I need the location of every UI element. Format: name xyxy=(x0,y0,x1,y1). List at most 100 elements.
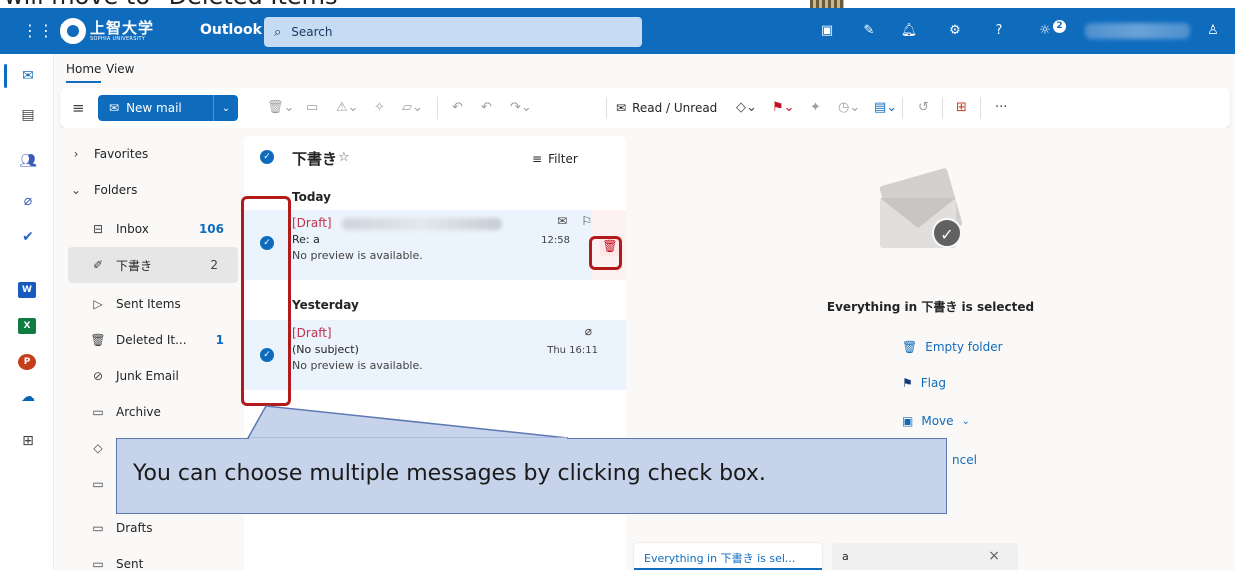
todo-icon[interactable]: ✔ xyxy=(17,226,39,248)
seal-icon xyxy=(60,18,86,44)
app-rail: ✉ ▤ 👥︎ ⌀ ✔ W X P ☁ ⊞ xyxy=(0,54,54,570)
archive-icon[interactable]: ▭ xyxy=(306,98,318,118)
folder-title: 下書き xyxy=(292,150,338,168)
university-logo[interactable]: 上智大学 SOPHIA UNIVERSITY xyxy=(60,17,154,45)
envelope-icon[interactable]: ✉ xyxy=(557,214,567,228)
chevron-down-icon: ⌄ xyxy=(961,415,970,427)
reply-icon[interactable]: ↶ xyxy=(452,98,463,118)
junk-icon: ⊘ xyxy=(92,369,104,383)
cancel-button[interactable]: ncel xyxy=(952,453,977,467)
archive-icon: ▭ xyxy=(92,405,104,419)
tab-draft-a[interactable]: a × xyxy=(832,543,1018,570)
search-icon: ⌕ xyxy=(274,24,282,40)
folders-header[interactable]: ⌄ Folders xyxy=(68,172,258,208)
pin-icon[interactable]: ✦ xyxy=(810,98,821,118)
menu-icon[interactable]: ≡ xyxy=(72,99,85,117)
select-all-checkbox[interactable]: ✓ xyxy=(260,150,274,164)
callout-text: You can choose multiple messages by clic… xyxy=(133,461,766,486)
flag-icon[interactable]: ⚐ xyxy=(581,214,592,228)
folder-sent[interactable]: ▭ Sent xyxy=(90,546,244,570)
compose-icon[interactable]: ✎ xyxy=(860,22,878,40)
new-mail-button[interactable]: ✉ New mail ⌄ xyxy=(98,95,238,121)
snooze-icon[interactable]: ◷⌄ xyxy=(838,98,860,118)
move-folder-icon: ▣ xyxy=(902,414,914,428)
filter-button[interactable]: ≡ Filter xyxy=(532,152,578,166)
help-icon[interactable]: ? xyxy=(990,22,1008,40)
checkmark-icon: ✓ xyxy=(932,218,962,248)
tag-icon[interactable]: ◇⌄ xyxy=(736,98,757,118)
rules-icon[interactable]: ▤⌄ xyxy=(874,98,897,118)
logo-text: 上智大学 xyxy=(90,18,155,37)
onedrive-icon[interactable]: ☁ xyxy=(17,386,39,408)
tag-folder-icon: ◇ xyxy=(93,441,103,455)
teams-icon[interactable]: ▣ xyxy=(818,22,836,40)
mail-icon[interactable]: ✉ xyxy=(17,65,39,87)
envelope-open-icon: ✉ xyxy=(616,101,627,115)
tab-selection[interactable]: Everything in 下書き is sel... xyxy=(634,543,822,570)
people-icon[interactable]: 👥︎ xyxy=(17,150,39,172)
trash-icon: 🗑︎ xyxy=(90,333,106,347)
folder-inbox[interactable]: ⊟ Inbox 106 xyxy=(90,211,244,247)
message-row[interactable]: ✓ [Draft] ⌀ (No subject) Thu 16:11 No pr… xyxy=(244,320,626,390)
more-options-button[interactable]: ··· xyxy=(995,98,1007,118)
report-icon[interactable]: ⚠⌄ xyxy=(336,98,359,118)
favorites-header[interactable]: › Favorites xyxy=(68,136,258,172)
folder-drafts[interactable]: ▭ Drafts xyxy=(90,510,244,546)
unread-count: 106 xyxy=(198,222,224,236)
delete-icon[interactable]: 🗑︎⌄ xyxy=(267,98,294,118)
powerpoint-icon[interactable]: P xyxy=(18,354,36,370)
attach-icon[interactable]: ⌀ xyxy=(17,190,39,212)
flag-button[interactable]: ⚑ Flag xyxy=(902,376,946,390)
annotation-callout: You can choose multiple messages by clic… xyxy=(116,438,947,514)
apps-icon[interactable]: ⊞ xyxy=(17,430,39,452)
unread-count: 1 xyxy=(215,333,224,347)
apps-grid-icon[interactable]: ⊞ xyxy=(956,98,967,118)
folder-sent-items[interactable]: ▷ Sent Items xyxy=(90,286,244,322)
ribbon-tabs: Home View xyxy=(54,54,1235,88)
group-header-yesterday: Yesterday xyxy=(292,298,359,312)
rail-active-indicator xyxy=(4,64,7,88)
ribbon-toolbar: ≡ ✉ New mail ⌄ 🗑︎⌄ ▭ ⚠⌄ ✧ ▱⌄ ↶ ↶ ↷⌄ ✉ Re… xyxy=(60,88,1230,128)
read-unread-button[interactable]: ✉ Read / Unread xyxy=(616,98,717,118)
chevron-down-icon[interactable]: ⌄ xyxy=(214,103,238,114)
folder-icon: ▭ xyxy=(92,477,104,491)
account-icon[interactable]: ♙ xyxy=(1204,22,1222,40)
move-button[interactable]: ▣ Move ⌄ xyxy=(902,414,970,428)
close-icon[interactable]: × xyxy=(988,548,1000,564)
calendar-icon[interactable]: ▤ xyxy=(17,104,39,126)
notification-badge: 2 xyxy=(1053,20,1066,33)
lightbulb-icon[interactable]: ☼ xyxy=(1036,22,1054,40)
app-name[interactable]: Outlook xyxy=(200,22,262,38)
flag-icon: ⚑ xyxy=(902,376,913,390)
tab-view[interactable]: View xyxy=(106,62,134,76)
trash-icon: 🗑︎ xyxy=(902,340,918,354)
tab-home[interactable]: Home xyxy=(66,62,102,83)
draft-tag: [Draft] xyxy=(292,216,332,230)
search-input[interactable] xyxy=(291,25,592,39)
filter-icon: ≡ xyxy=(532,152,543,166)
waffle-icon[interactable]: ⋮⋮⋮ xyxy=(22,22,70,40)
word-icon[interactable]: W xyxy=(18,282,36,298)
folder-archive[interactable]: ▭ Archive xyxy=(90,394,244,430)
undo-icon[interactable]: ↺ xyxy=(918,98,929,118)
move-icon[interactable]: ▱⌄ xyxy=(402,98,423,118)
caption-text: will move to "Deleted Items" xyxy=(4,0,349,8)
flag-icon[interactable]: ⚑⌄ xyxy=(772,98,795,118)
attachment-icon: ⌀ xyxy=(584,324,592,338)
inbox-icon: ⊟ xyxy=(92,222,104,236)
search-box[interactable]: ⌕ xyxy=(264,17,642,47)
send-icon: ▷ xyxy=(93,297,103,311)
star-icon[interactable]: ☆ xyxy=(338,150,350,165)
forward-icon[interactable]: ↷⌄ xyxy=(510,98,532,118)
folder-deleted-items[interactable]: 🗑︎ Deleted It... 1 xyxy=(90,322,244,358)
message-row[interactable]: ✓ [Draft] ✉ ⚐ Re: a 12:58 No preview is … xyxy=(244,210,626,280)
reply-all-icon[interactable]: ↶ xyxy=(481,98,492,118)
excel-icon[interactable]: X xyxy=(18,318,36,334)
bell-icon[interactable]: 🔔︎ xyxy=(900,22,918,40)
gear-icon[interactable]: ⚙ xyxy=(946,22,964,40)
screenshot-root: will move to "Deleted Items" ⋮⋮⋮ 上智大学 SO… xyxy=(0,0,1235,570)
folder-junk-email[interactable]: ⊘ Junk Email xyxy=(90,358,244,394)
folder-drafts-selected[interactable]: ✐ 下書き 2 xyxy=(68,247,238,283)
sweep-icon[interactable]: ✧ xyxy=(374,98,385,118)
empty-folder-button[interactable]: 🗑︎ Empty folder xyxy=(902,340,1003,354)
